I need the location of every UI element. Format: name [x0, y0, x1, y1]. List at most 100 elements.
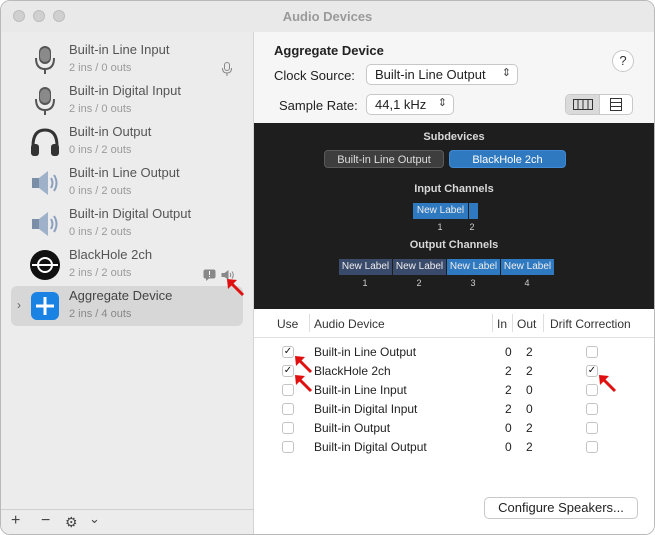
microphone-icon — [35, 87, 55, 115]
subdevice-built-in-line-output[interactable]: Built-in Line Output — [324, 150, 444, 168]
table-row: Built-in Digital Output 0 2 — [254, 438, 654, 457]
rows-icon — [610, 98, 622, 111]
device-cell: Built-in Output — [314, 421, 391, 435]
output-channel-2[interactable]: New Label — [393, 259, 446, 275]
device-io: 0 ins / 2 outs — [69, 185, 132, 197]
in-cell: 0 — [505, 345, 512, 359]
device-name: Aggregate Device — [69, 288, 173, 303]
input-channel-number: 1 — [437, 222, 443, 232]
column-divider — [512, 314, 513, 332]
help-button[interactable]: ? — [612, 50, 634, 72]
use-checkbox[interactable] — [282, 403, 294, 415]
blackhole-icon — [30, 250, 60, 280]
device-name: Built-in Output — [69, 124, 152, 139]
input-channel-2[interactable] — [468, 203, 478, 219]
view-mode-segmented-control[interactable] — [565, 94, 633, 115]
device-io: 0 ins / 2 outs — [69, 226, 132, 238]
alert-indicator-icon — [203, 269, 216, 281]
in-cell: 2 — [505, 383, 512, 397]
device-item-built-in-line-input[interactable]: Built-in Line Input 2 ins / 0 outs — [11, 40, 243, 80]
headphones-icon — [31, 128, 59, 156]
audio-devices-window: Audio Devices Built-in Line Input 2 ins … — [0, 0, 655, 535]
out-cell: 2 — [526, 345, 533, 359]
chevron-down-icon[interactable]: ⌄ — [89, 511, 100, 527]
grid-view-segment[interactable] — [566, 95, 599, 114]
input-channels-heading: Input Channels — [414, 183, 494, 195]
microphone-icon — [35, 46, 55, 74]
in-cell: 2 — [505, 364, 512, 378]
output-channel-number: 4 — [524, 278, 530, 288]
device-item-built-in-output[interactable]: Built-in Output 0 ins / 2 outs — [11, 122, 243, 162]
mic-indicator-icon — [222, 62, 232, 76]
device-name: Built-in Line Input — [69, 42, 170, 57]
column-divider — [543, 314, 544, 332]
table-row: ✓ Built-in Line Output 0 2 — [254, 343, 654, 362]
table-row: Built-in Line Input 2 0 — [254, 381, 654, 400]
device-io: 2 ins / 4 outs — [69, 308, 132, 320]
clock-source-popup[interactable]: Built-in Line Output ⇕ — [366, 64, 518, 85]
drift-correction-checkbox[interactable] — [586, 403, 598, 415]
output-channel-number: 3 — [470, 278, 476, 288]
column-header-drift-correction[interactable]: Drift Correction — [550, 317, 631, 331]
out-cell: 0 — [526, 402, 533, 416]
device-item-built-in-digital-output[interactable]: Built-in Digital Output 0 ins / 2 outs — [11, 204, 243, 244]
add-device-button[interactable]: + — [11, 512, 20, 530]
chevron-right-icon[interactable]: › — [17, 298, 21, 312]
sample-rate-label: Sample Rate: — [279, 98, 358, 113]
table-row: Built-in Digital Input 2 0 — [254, 400, 654, 419]
device-cell: Built-in Digital Output — [314, 440, 427, 454]
speaker-icon — [32, 212, 58, 236]
column-header-audio-device[interactable]: Audio Device — [314, 317, 385, 331]
device-item-built-in-line-output[interactable]: Built-in Line Output 0 ins / 2 outs — [11, 163, 243, 203]
sample-rate-popup[interactable]: 44,1 kHz ⇕ — [366, 94, 454, 115]
device-item-aggregate-device[interactable]: › Aggregate Device 2 ins / 4 outs — [11, 286, 243, 326]
column-header-out[interactable]: Out — [517, 317, 536, 331]
speaker-icon — [32, 171, 58, 195]
channel-routing-panel: Subdevices Built-in Line Output BlackHol… — [254, 123, 654, 309]
out-cell: 2 — [526, 364, 533, 378]
device-name: Built-in Digital Input — [69, 83, 181, 98]
annotation-arrow-icon — [295, 375, 313, 393]
output-channel-1[interactable]: New Label — [339, 259, 392, 275]
output-channel-3[interactable]: New Label — [447, 259, 500, 275]
out-cell: 2 — [526, 440, 533, 454]
device-name: Built-in Line Output — [69, 165, 180, 180]
column-divider — [309, 314, 310, 332]
updown-chevron-icon: ⇕ — [437, 97, 447, 109]
device-detail-pane: Aggregate Device ? Clock Source: Built-i… — [254, 32, 654, 534]
gear-icon[interactable]: ⚙ — [65, 514, 78, 531]
device-title: Aggregate Device — [274, 43, 384, 58]
annotation-arrow-icon — [599, 375, 617, 393]
device-name: BlackHole 2ch — [69, 247, 153, 262]
columns-icon — [573, 99, 593, 110]
device-io: 2 ins / 0 outs — [69, 62, 132, 74]
column-divider — [492, 314, 493, 332]
sample-rate-value: 44,1 kHz — [375, 97, 427, 112]
subdevices-heading: Subdevices — [423, 131, 485, 143]
remove-device-button[interactable]: − — [41, 512, 50, 530]
configure-speakers-button[interactable]: Configure Speakers... — [484, 497, 638, 519]
output-channel-4[interactable]: New Label — [501, 259, 554, 275]
input-channel-1[interactable]: New Label — [413, 203, 468, 219]
drift-correction-checkbox[interactable] — [586, 441, 598, 453]
device-item-blackhole-2ch[interactable]: BlackHole 2ch 2 ins / 2 outs — [11, 245, 243, 285]
column-header-in[interactable]: In — [497, 317, 507, 331]
drift-correction-checkbox[interactable] — [586, 422, 598, 434]
list-view-segment[interactable] — [600, 95, 632, 114]
subdevice-blackhole-2ch[interactable]: BlackHole 2ch — [449, 150, 566, 168]
clock-source-label: Clock Source: — [274, 68, 355, 83]
plus-icon — [31, 292, 59, 320]
column-header-use[interactable]: Use — [277, 317, 298, 331]
annotation-arrow-icon — [295, 356, 313, 374]
out-cell: 0 — [526, 383, 533, 397]
device-io: 2 ins / 2 outs — [69, 267, 132, 279]
use-checkbox[interactable] — [282, 441, 294, 453]
sidebar-footer: + − ⚙ ⌄ — [1, 509, 254, 534]
device-io: 0 ins / 2 outs — [69, 144, 132, 156]
device-cell: Built-in Digital Input — [314, 402, 418, 416]
drift-correction-checkbox[interactable] — [586, 346, 598, 358]
output-channels-heading: Output Channels — [409, 239, 499, 251]
use-checkbox[interactable] — [282, 422, 294, 434]
device-item-built-in-digital-input[interactable]: Built-in Digital Input 2 ins / 0 outs — [11, 81, 243, 121]
out-cell: 2 — [526, 421, 533, 435]
